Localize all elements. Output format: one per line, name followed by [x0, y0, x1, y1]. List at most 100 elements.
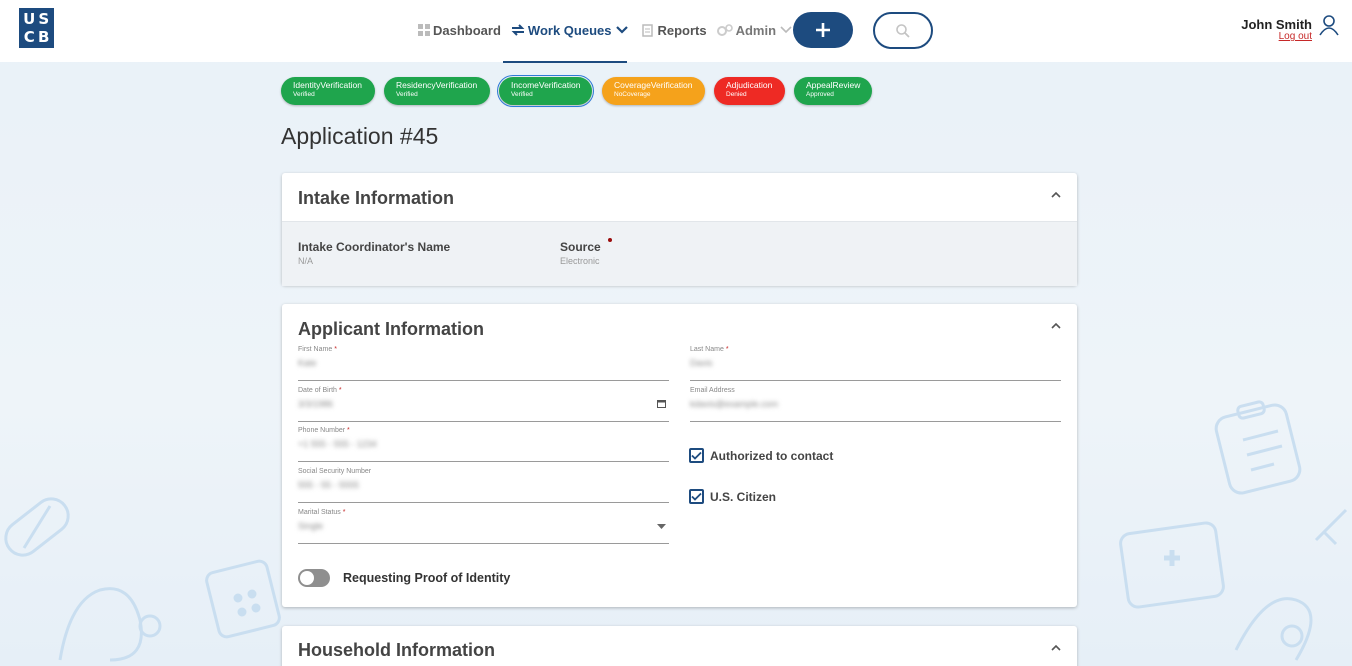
- intake-coordinator-label: Intake Coordinator's Name: [298, 240, 451, 254]
- last-name-value: Davis: [690, 358, 713, 368]
- intake-coordinator-value: N/A: [298, 256, 314, 266]
- last-name-label: Last Name *: [690, 346, 729, 353]
- email-value: kdavis@example.com: [690, 399, 779, 409]
- required-indicator: [608, 238, 612, 242]
- status-pill-coverage[interactable]: CoverageVerification NoCoverage: [602, 77, 705, 105]
- chevron-up-icon[interactable]: [1051, 191, 1061, 199]
- applicant-card-title: Applicant Information: [298, 319, 484, 339]
- nav-work-queues-label: Work Queues: [527, 22, 612, 38]
- marital-label: Marital Status *: [298, 509, 346, 516]
- queue-icon: [511, 24, 525, 36]
- first-name-value: Kate: [298, 358, 317, 368]
- last-name-label-text: Last Name: [690, 346, 724, 353]
- nav-admin-label: Admin: [735, 22, 777, 38]
- us-citizen-label: U.S. Citizen: [710, 489, 777, 504]
- plus-icon: [816, 23, 830, 37]
- status-pill-title: IdentityVerification: [293, 80, 362, 90]
- first-name-label-text: First Name: [298, 346, 333, 353]
- us-citizen-checkbox[interactable]: U.S. Citizen: [689, 489, 776, 504]
- logo-letter: S: [38, 9, 50, 28]
- nav-dashboard[interactable]: Dashboard: [418, 20, 501, 40]
- status-pill-residency[interactable]: ResidencyVerification Verified: [384, 77, 490, 105]
- household-card-title: Household Information: [298, 640, 495, 660]
- phone-value: +1 555 - 555 - 1234: [298, 439, 377, 449]
- date-of-birth-field[interactable]: Date of Birth * 3/3/1986: [298, 387, 669, 422]
- dob-label-text: Date of Birth: [298, 387, 337, 394]
- marital-status-select[interactable]: Marital Status * Single: [298, 509, 669, 544]
- check-icon: [691, 451, 702, 460]
- authorized-to-contact-checkbox[interactable]: Authorized to contact: [689, 448, 833, 463]
- status-pill-subtitle: Verified: [293, 91, 315, 98]
- status-pill-appeal[interactable]: AppealReview Approved: [794, 77, 872, 105]
- caret-down-icon[interactable]: [657, 524, 666, 530]
- status-pill-identity[interactable]: IdentityVerification Verified: [281, 77, 375, 105]
- dob-value: 3/3/1986: [298, 399, 334, 409]
- page-title: Application #45: [281, 123, 439, 149]
- nav-dashboard-label: Dashboard: [433, 22, 501, 38]
- phone-label-text: Phone Number: [298, 427, 346, 434]
- status-pill-title: IncomeVerification: [511, 80, 581, 90]
- checkbox-checked[interactable]: [689, 448, 704, 463]
- source-label: Source: [560, 240, 601, 254]
- search-button[interactable]: [873, 12, 933, 49]
- marital-label-text: Marital Status: [298, 509, 341, 516]
- dob-label: Date of Birth *: [298, 387, 342, 394]
- chevron-down-icon: [616, 26, 629, 34]
- search-icon: [896, 23, 910, 38]
- ssn-field[interactable]: Social Security Number 555 - 55 - 5555: [298, 468, 669, 503]
- status-pill-title: Adjudication: [726, 80, 773, 90]
- email-label: Email Address: [690, 387, 735, 394]
- nav-admin[interactable]: Admin: [716, 20, 796, 40]
- proof-of-identity-toggle-row: Requesting Proof of Identity: [298, 569, 510, 587]
- status-pill-subtitle: NoCoverage: [614, 91, 651, 98]
- status-pill-title: CoverageVerification: [614, 80, 693, 90]
- chevron-up-icon[interactable]: [1051, 644, 1061, 652]
- top-navigation-bar: U S C B Dashboard Work Queues Reports Ad…: [0, 0, 1352, 63]
- authorized-to-contact-label: Authorized to contact: [710, 448, 834, 463]
- intake-card-title: Intake Information: [298, 188, 455, 208]
- user-name: John Smith: [1241, 17, 1312, 32]
- nav-work-queues[interactable]: Work Queues: [511, 20, 633, 40]
- status-pill-income[interactable]: IncomeVerification Verified: [497, 75, 594, 107]
- intake-information-card: Intake Information Intake Coordinator's …: [282, 173, 1077, 286]
- calendar-icon[interactable]: [657, 399, 666, 408]
- nav-reports[interactable]: Reports: [642, 20, 707, 40]
- gear-icon: [716, 24, 733, 36]
- status-pill-adjudication[interactable]: Adjudication Denied: [714, 77, 785, 105]
- first-name-label: First Name *: [298, 346, 337, 353]
- source-value: Electronic: [560, 256, 600, 266]
- email-field[interactable]: Email Address kdavis@example.com: [690, 387, 1061, 422]
- chevron-up-icon[interactable]: [1051, 322, 1061, 330]
- first-name-field[interactable]: First Name * Kate: [298, 346, 669, 381]
- user-profile-icon[interactable]: [1318, 14, 1340, 36]
- proof-of-identity-label: Requesting Proof of Identity: [343, 571, 511, 585]
- uscb-logo[interactable]: U S C B: [19, 8, 54, 48]
- ssn-label: Social Security Number: [298, 468, 372, 475]
- intake-details: Intake Coordinator's Name N/A Source Ele…: [282, 221, 1077, 286]
- household-information-card: Household Information: [282, 626, 1077, 666]
- phone-number-field[interactable]: Phone Number * +1 555 - 555 - 1234: [298, 427, 669, 462]
- checkbox-checked[interactable]: [689, 489, 704, 504]
- dashboard-icon: [418, 24, 430, 36]
- applicant-information-card: Applicant Information First Name * Kate …: [282, 304, 1077, 607]
- logout-link[interactable]: Log out: [1238, 31, 1312, 42]
- status-pill-subtitle: Verified: [396, 91, 418, 98]
- logo-letter: U: [23, 9, 36, 28]
- last-name-field[interactable]: Last Name * Davis: [690, 346, 1061, 381]
- nav-reports-label: Reports: [657, 22, 707, 38]
- logo-letter: B: [38, 27, 50, 46]
- add-application-button[interactable]: [793, 12, 853, 48]
- proof-of-identity-toggle[interactable]: [298, 569, 330, 587]
- active-tab-indicator: [503, 61, 627, 63]
- main-nav: Dashboard Work Queues Reports Admin: [418, 20, 806, 40]
- status-pill-subtitle: Verified: [511, 91, 533, 98]
- phone-label: Phone Number *: [298, 427, 350, 434]
- status-pill-title: ResidencyVerification: [396, 80, 478, 90]
- chevron-down-icon: [780, 26, 792, 34]
- status-pill-title: AppealReview: [806, 80, 861, 90]
- reports-icon: [642, 23, 654, 37]
- ssn-value: 555 - 55 - 5555: [298, 480, 360, 490]
- check-icon: [691, 492, 702, 501]
- toggle-knob: [300, 571, 314, 585]
- status-pill-subtitle: Denied: [726, 91, 747, 98]
